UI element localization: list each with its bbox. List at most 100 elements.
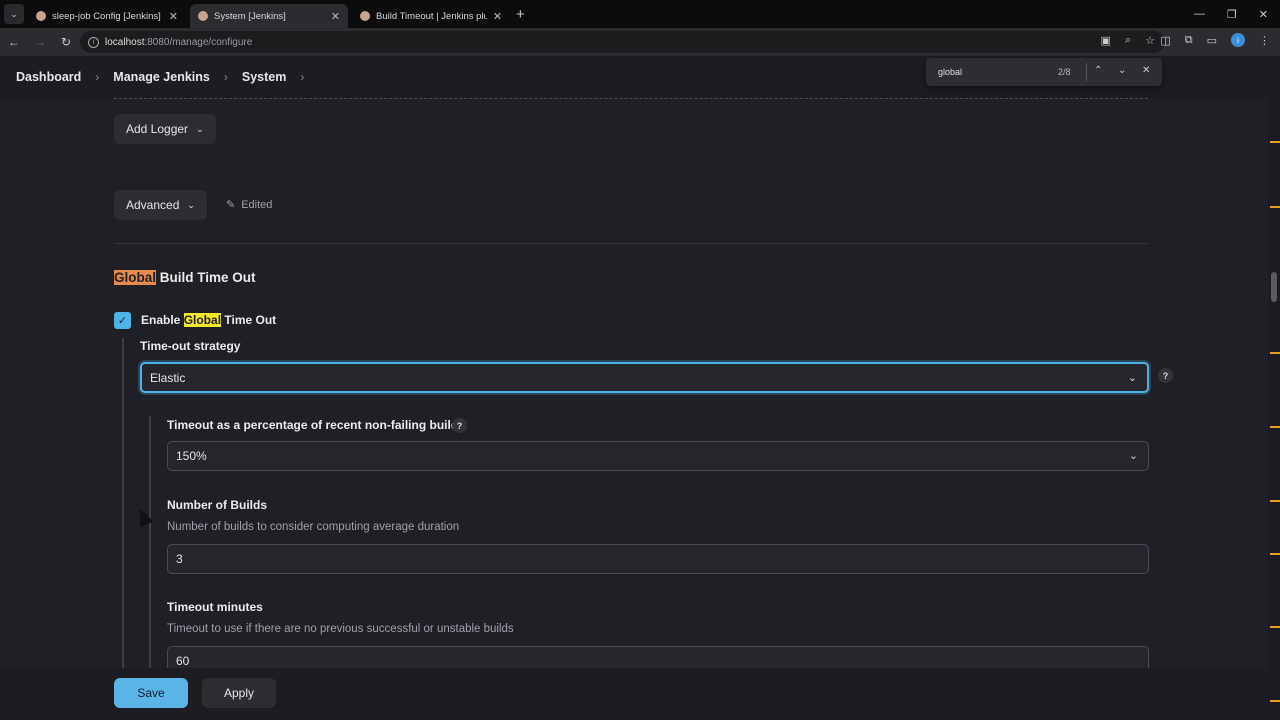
find-divider [1086, 63, 1087, 81]
find-marker [1270, 700, 1280, 702]
minimize-icon[interactable]: — [1194, 8, 1205, 20]
num-builds-description: Number of builds to consider computing a… [167, 521, 460, 533]
page-action-icon[interactable]: ▣ [1101, 34, 1111, 47]
tab-build-timeout-plugin[interactable]: Build Timeout | Jenkins plugin ✕ [352, 4, 510, 28]
strategy-value: Elastic [150, 370, 186, 385]
menu-icon[interactable]: ⋮ [1259, 34, 1270, 47]
find-marker [1270, 141, 1280, 143]
find-marker [1270, 352, 1280, 354]
section-title-rest: Build Time Out [156, 270, 256, 285]
extensions-icon[interactable]: ⧉ [1185, 34, 1193, 47]
enable-prefix: Enable [141, 313, 184, 327]
repeatable-divider [114, 98, 1148, 99]
num-builds-input[interactable]: 3 [167, 544, 1149, 574]
add-logger-label: Add Logger [126, 122, 189, 136]
tab-title: System [Jenkins] [214, 10, 286, 22]
jenkins-favicon-icon [36, 11, 46, 21]
chevron-down-icon: ⌄ [187, 199, 195, 210]
advanced-label: Advanced [126, 198, 180, 212]
media-icon[interactable]: ◫ [1160, 34, 1170, 47]
close-tab-icon[interactable]: ✕ [169, 10, 178, 23]
browser-toolbar: ← → ↻ i localhost:8080/manage/configure … [0, 28, 1280, 56]
configure-content: Add Logger ⌄ Advanced ⌄ ✎ Edited Global … [0, 98, 1268, 720]
percentage-value: 150% [176, 449, 207, 463]
enable-global-timeout-label[interactable]: Enable Global Time Out [141, 313, 276, 327]
add-logger-button[interactable]: Add Logger ⌄ [114, 114, 216, 144]
strategy-label: Time-out strategy [140, 339, 241, 353]
edited-indicator: ✎ Edited [226, 198, 273, 212]
bookmark-star-icon[interactable]: ☆ [1145, 34, 1155, 47]
percentage-select[interactable]: 150% ⌄ [167, 441, 1149, 471]
pencil-icon: ✎ [226, 199, 236, 211]
chevron-down-icon: ⌄ [1128, 450, 1138, 462]
sidebar-icon[interactable]: ▭ [1207, 34, 1217, 47]
breadcrumb-dashboard[interactable]: Dashboard [16, 70, 81, 84]
find-close-icon[interactable]: ✕ [1142, 65, 1150, 76]
save-button[interactable]: Save [114, 678, 188, 708]
advanced-button[interactable]: Advanced ⌄ [114, 190, 207, 220]
close-tab-icon[interactable]: ✕ [493, 10, 502, 23]
chevron-right-icon[interactable]: › [300, 70, 304, 84]
tab-search-button[interactable]: ⌄ [4, 4, 24, 24]
help-icon[interactable]: ? [1158, 368, 1173, 383]
timeout-minutes-label: Timeout minutes [167, 600, 263, 614]
timeout-minutes-description: Timeout to use if there are no previous … [167, 623, 514, 635]
breadcrumb-manage-jenkins[interactable]: Manage Jenkins [113, 70, 210, 84]
find-previous-icon[interactable]: ⌃ [1094, 65, 1102, 76]
browser-tabbar: ⌄ sleep-job Config [Jenkins] ✕ System [J… [0, 0, 1280, 28]
find-marker [1270, 206, 1280, 208]
chevron-down-icon: ⌄ [196, 123, 204, 134]
tab-system-jenkins[interactable]: System [Jenkins] ✕ [190, 4, 348, 28]
find-in-page-bar: global 2/8 ⌃ ⌄ ✕ [926, 58, 1162, 86]
tab-sleep-job-config[interactable]: sleep-job Config [Jenkins] ✕ [28, 4, 186, 28]
zoom-icon[interactable]: ⌕ [1125, 34, 1131, 47]
find-match-count: 2/8 [1058, 67, 1071, 77]
jenkins-favicon-icon [360, 11, 370, 21]
url-host: localhost [105, 36, 145, 48]
num-builds-label: Number of Builds [167, 498, 268, 512]
reload-icon[interactable]: ↻ [54, 35, 78, 49]
url-path: :8080/manage/configure [144, 36, 253, 48]
edited-label: Edited [241, 198, 273, 211]
breadcrumb-system[interactable]: System [242, 70, 286, 84]
help-icon[interactable]: ? [452, 418, 467, 433]
close-tab-icon[interactable]: ✕ [331, 10, 340, 23]
close-window-icon[interactable]: ✕ [1259, 8, 1268, 21]
forward-icon[interactable]: → [28, 35, 52, 49]
tab-title: sleep-job Config [Jenkins] [52, 10, 161, 22]
nested-section-bar [122, 338, 124, 668]
section-title: Global Build Time Out [114, 270, 256, 285]
back-icon[interactable]: ← [2, 35, 26, 49]
chevron-down-icon: ⌄ [1127, 372, 1137, 384]
chevron-right-icon: › [223, 70, 228, 84]
percentage-label: Timeout as a percentage of recent non-fa… [167, 418, 465, 432]
apply-button[interactable]: Apply [202, 678, 276, 708]
timeout-strategy-select[interactable]: Elastic ⌄ [140, 362, 1149, 393]
find-input[interactable]: global [938, 67, 962, 77]
find-highlight-current: Global [114, 270, 157, 285]
tab-title: Build Timeout | Jenkins plugin [376, 10, 487, 22]
restore-icon[interactable]: ❐ [1227, 8, 1237, 21]
chevron-right-icon: › [95, 70, 100, 84]
checkmark-icon: ✓ [117, 315, 128, 327]
toolbar-icons: ◫ ⧉ ▭ i ⋮ [1160, 33, 1270, 47]
address-bar[interactable]: i localhost:8080/manage/configure [80, 31, 1165, 53]
find-marker [1270, 553, 1280, 555]
new-tab-icon[interactable]: + [516, 6, 525, 23]
profile-avatar[interactable]: i [1231, 33, 1245, 47]
site-info-icon[interactable]: i [88, 36, 99, 48]
find-highlight: Global [183, 313, 222, 327]
bottom-action-bar: Save Apply [0, 668, 1268, 720]
jenkins-favicon-icon [198, 11, 208, 21]
find-marker [1270, 426, 1280, 428]
nested-strategy-bar [149, 416, 151, 668]
find-marker [1270, 626, 1280, 628]
address-bar-icons: ▣ ⌕ ☆ [1101, 34, 1155, 47]
enable-global-timeout-checkbox[interactable]: ✓ [114, 312, 131, 329]
section-divider [114, 243, 1148, 244]
find-marker [1270, 500, 1280, 502]
scrollbar-thumb[interactable] [1271, 272, 1277, 302]
enable-suffix: Time Out [221, 313, 277, 327]
window-controls: — ❐ ✕ [1194, 0, 1280, 28]
find-next-icon[interactable]: ⌄ [1118, 65, 1126, 76]
